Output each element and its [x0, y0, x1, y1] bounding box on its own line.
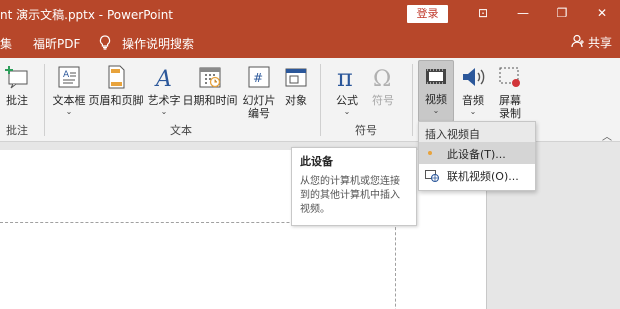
- slide-number-label-line2: 编号: [248, 107, 270, 120]
- menu-header: 插入视频自: [419, 122, 535, 142]
- tell-me-search[interactable]: 操作说明搜索: [122, 35, 194, 52]
- header-footer-label: 页眉和页脚: [88, 94, 144, 107]
- group-label-text: 文本: [170, 124, 192, 137]
- video-dropdown-caret: ⌄: [432, 106, 440, 115]
- placeholder-border: [395, 222, 396, 309]
- screen-recording-button[interactable]: 屏幕 录制: [494, 62, 526, 120]
- tab-foxit-pdf[interactable]: 福昕PDF: [33, 35, 80, 52]
- online-video-icon: [425, 169, 439, 182]
- equation-dropdown-caret: ⌄: [343, 107, 351, 116]
- insert-video-menu: 插入视频自 此设备(T)... 联机视频(O)...: [418, 121, 536, 191]
- audio-label: 音频: [462, 94, 484, 107]
- menu-item-label: 联机视频(O)...: [447, 170, 519, 183]
- title-bar: nt 演示文稿.pptx - PowerPoint 登录 ⊡ — ❐ ✕: [0, 0, 620, 28]
- restore-button[interactable]: ❐: [551, 3, 573, 23]
- svg-text:A: A: [63, 70, 70, 80]
- header-footer-icon: [102, 62, 130, 92]
- menu-item-this-device[interactable]: 此设备(T)...: [419, 142, 535, 164]
- header-footer-button[interactable]: 页眉和页脚: [88, 62, 144, 107]
- symbol-button[interactable]: Ω 符号: [368, 62, 398, 107]
- screen-recording-icon: [496, 62, 524, 92]
- textbox-label: 文本框: [52, 94, 86, 107]
- textbox-icon: A: [55, 62, 83, 92]
- group-label-symbols: 符号: [355, 124, 377, 137]
- dot-icon: [425, 147, 439, 160]
- tab-partial[interactable]: 集: [0, 35, 12, 52]
- pi-icon: π: [333, 62, 361, 92]
- tooltip-title: 此设备: [300, 155, 333, 168]
- video-label: 视频: [425, 93, 447, 106]
- symbol-label: 符号: [372, 94, 394, 107]
- svg-text:π: π: [337, 64, 353, 90]
- comment-label: 批注: [6, 94, 28, 107]
- login-button[interactable]: 登录: [407, 5, 448, 23]
- speaker-icon: [459, 62, 487, 92]
- wordart-button[interactable]: A 艺术字 ⌄: [146, 62, 182, 116]
- share-label: 共享: [587, 36, 612, 50]
- textbox-button[interactable]: A 文本框 ⌄: [50, 62, 88, 116]
- menu-item-label: 此设备(T)...: [447, 148, 506, 161]
- menu-item-online-video[interactable]: 联机视频(O)...: [419, 164, 535, 186]
- collapse-ribbon-icon[interactable]: ︿: [602, 128, 612, 143]
- film-icon: [422, 61, 450, 91]
- object-icon: [282, 62, 310, 92]
- group-divider: [44, 64, 45, 136]
- slide-number-label-line1: 幻灯片: [242, 94, 276, 107]
- ribbon-tabs: 集 福昕PDF 操作说明搜索 共享: [0, 28, 620, 58]
- textbox-dropdown-caret: ⌄: [65, 107, 73, 116]
- ribbon-display-options-icon[interactable]: ⊡: [472, 3, 494, 23]
- omega-icon: Ω: [369, 62, 397, 92]
- share-button[interactable]: 共享: [571, 34, 612, 51]
- tooltip: 此设备 从您的计算机或您连接到的其他计算机中插入视频。: [291, 147, 417, 226]
- close-button[interactable]: ✕: [591, 3, 613, 23]
- date-time-label: 日期和时间: [182, 94, 238, 107]
- date-time-button[interactable]: 日期和时间: [182, 62, 238, 107]
- video-button[interactable]: 视频 ⌄: [418, 60, 454, 122]
- slide-number-button[interactable]: # 幻灯片 编号: [240, 62, 278, 120]
- comment-button[interactable]: 批注: [2, 62, 32, 107]
- window-title: nt 演示文稿.pptx - PowerPoint: [0, 8, 174, 22]
- svg-text:A: A: [154, 67, 172, 90]
- comment-add-icon: [3, 62, 31, 92]
- minimize-button[interactable]: —: [512, 3, 534, 23]
- person-icon: [571, 34, 585, 51]
- lightbulb-icon[interactable]: [99, 35, 113, 53]
- group-divider: [320, 64, 321, 136]
- svg-text:#: #: [253, 71, 263, 85]
- group-label-comments: 批注: [6, 124, 28, 137]
- slide-number-icon: #: [245, 62, 273, 92]
- group-divider: [412, 64, 413, 136]
- screen-recording-label-line2: 录制: [499, 107, 521, 120]
- screen-recording-label-line1: 屏幕: [499, 94, 521, 107]
- object-label: 对象: [285, 94, 307, 107]
- object-button[interactable]: 对象: [280, 62, 312, 107]
- wordart-dropdown-caret: ⌄: [160, 107, 168, 116]
- equation-label: 公式: [336, 94, 358, 107]
- wordart-icon: A: [150, 62, 178, 92]
- tooltip-body: 从您的计算机或您连接到的其他计算机中插入视频。: [300, 176, 400, 215]
- svg-text:Ω: Ω: [373, 67, 391, 90]
- equation-button[interactable]: π 公式 ⌄: [332, 62, 362, 116]
- audio-button[interactable]: 音频 ⌄: [458, 62, 488, 116]
- wordart-label: 艺术字: [147, 94, 181, 107]
- audio-dropdown-caret: ⌄: [469, 107, 477, 116]
- calendar-icon: [196, 62, 224, 92]
